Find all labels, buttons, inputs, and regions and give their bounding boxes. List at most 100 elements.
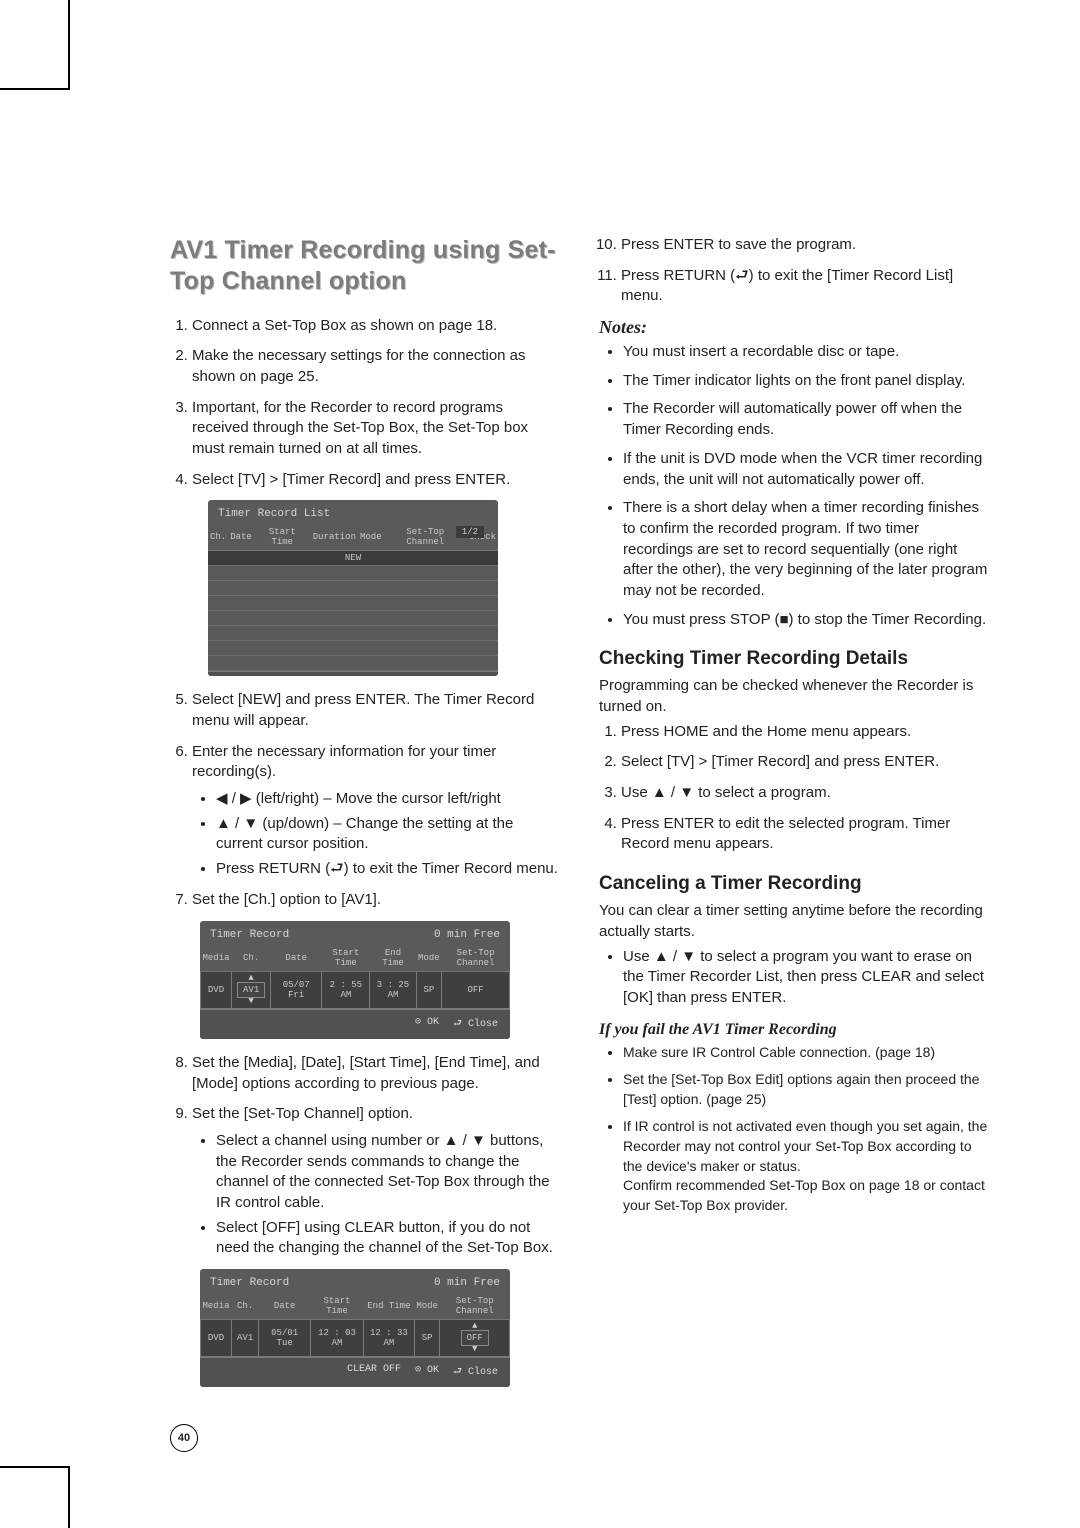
step-item: Press RETURN (⮐) to exit the [Timer Reco… — [621, 266, 990, 307]
shot-pager: 1/2 — [456, 526, 484, 538]
screenshot-timer-record-2: Timer Record 0 min Free Media Ch. Date S… — [200, 1269, 510, 1387]
col-header: Date — [271, 945, 322, 972]
cell: 3 : 25 AM — [370, 971, 416, 1008]
cancel-list: Use ▲ / ▼ to select a program you want t… — [599, 947, 990, 1009]
note-item: If the unit is DVD mode when the VCR tim… — [623, 449, 990, 490]
arrow-down-icon: ▼ — [445, 1346, 504, 1353]
cell: SP — [416, 971, 442, 1008]
shot-title-text: Timer Record — [210, 1277, 289, 1289]
shot-title: Timer Record 0 min Free — [200, 1269, 510, 1293]
fail-list: Make sure IR Control Cable connection. (… — [599, 1043, 990, 1216]
manual-page: AV1 Timer Recording using Set-Top Channe… — [0, 0, 1080, 1528]
step-item: Set the [Ch.] option to [AV1]. — [192, 890, 561, 911]
crop-mark — [68, 0, 70, 90]
shot-title: Timer Record 0 min Free — [200, 921, 510, 945]
new-row: NEW — [208, 551, 498, 566]
sub-item: Select a channel using number or ▲ / ▼ b… — [216, 1131, 561, 1214]
fail-heading: If you fail the AV1 Timer Recording — [599, 1021, 990, 1039]
step-item: Set the [Media], [Date], [Start Time], [… — [192, 1053, 561, 1094]
crop-mark — [0, 88, 70, 90]
sub-item: Press RETURN (⮐) to exit the Timer Recor… — [216, 859, 561, 880]
fail-item: Make sure IR Control Cable connection. (… — [623, 1043, 990, 1063]
col-header: Mode — [358, 524, 384, 551]
cancel-item: Use ▲ / ▼ to select a program you want t… — [623, 947, 990, 1009]
col-header: End Time — [370, 945, 416, 972]
screenshot-timer-record-1: Timer Record 0 min Free Media Ch. Date S… — [200, 921, 510, 1039]
notes-list: You must insert a recordable disc or tap… — [599, 342, 990, 630]
right-column: Press ENTER to save the program. Press R… — [599, 235, 990, 1401]
col-header: Start Time — [322, 945, 370, 972]
shot-table: Media Ch. Date Start Time End Time Mode … — [200, 1293, 510, 1357]
arrow-up-icon: ▲ — [445, 1323, 504, 1330]
arrow-down-icon: ▼ — [237, 998, 265, 1005]
step-item: Important, for the Recorder to record pr… — [192, 398, 561, 460]
notes-heading: Notes: — [599, 317, 990, 338]
fail-item: Set the [Set-Top Box Edit] options again… — [623, 1070, 990, 1109]
setup-steps-cont: Select [NEW] and press ENTER. The Timer … — [170, 690, 561, 910]
cell: OFF — [442, 971, 510, 1008]
setup-steps-cont2: Set the [Media], [Date], [Start Time], [… — [170, 1053, 561, 1259]
col-header: Mode — [414, 1293, 440, 1320]
col-header: Start Time — [311, 1293, 364, 1320]
col-header: Date — [259, 1293, 311, 1320]
col-header: Ch. — [232, 945, 271, 972]
step-sublist: Select a channel using number or ▲ / ▼ b… — [192, 1131, 561, 1259]
col-header: Set-Top Channel — [442, 945, 510, 972]
step-item: Select [NEW] and press ENTER. The Timer … — [192, 690, 561, 731]
page-number: 40 — [170, 1424, 198, 1452]
col-header: Set-Top Channel — [384, 524, 467, 551]
step-text: Set the [Set-Top Channel] option. — [192, 1105, 413, 1122]
step-item: Connect a Set-Top Box as shown on page 1… — [192, 316, 561, 337]
col-header: Start Time — [254, 524, 311, 551]
shot-footer: CLEAR OFF ⊙ OK ⮐ Close — [200, 1357, 510, 1387]
note-item: The Recorder will automatically power of… — [623, 399, 990, 440]
step-sublist: ◀ / ▶ (left/right) – Move the cursor lef… — [192, 789, 561, 880]
footer-item: ⮐ Close — [453, 1364, 498, 1381]
section-heading: Canceling a Timer Recording — [599, 873, 990, 895]
shot-title: Timer Record List — [208, 500, 498, 524]
crop-mark — [68, 1466, 70, 1528]
step-item: Select [TV] > [Timer Record] and press E… — [621, 752, 990, 773]
col-header: Media — [201, 1293, 232, 1320]
arrow-up-icon: ▲ — [237, 975, 265, 982]
cell: DVD — [201, 1320, 232, 1357]
footer-item: CLEAR OFF — [347, 1364, 401, 1381]
free-label: 0 min Free — [434, 1277, 500, 1289]
note-item: There is a short delay when a timer reco… — [623, 498, 990, 601]
shot-table: Media Ch. Date Start Time End Time Mode … — [200, 945, 510, 1009]
cell: 12 : 03 AM — [311, 1320, 364, 1357]
cell: SP — [414, 1320, 440, 1357]
crop-mark — [0, 1466, 70, 1468]
col-header: Ch. — [208, 524, 228, 551]
cell: AV1 — [232, 1320, 259, 1357]
cell: 05/07 Fri — [271, 971, 322, 1008]
cell-selected: ▲ AV1 ▼ — [232, 971, 271, 1008]
page-title: AV1 Timer Recording using Set-Top Channe… — [170, 235, 561, 298]
note-item: The Timer indicator lights on the front … — [623, 371, 990, 392]
shot-title-text: Timer Record — [210, 929, 289, 941]
cell-selected: ▲ OFF ▼ — [440, 1320, 510, 1357]
section-heading: Checking Timer Recording Details — [599, 648, 990, 670]
screenshot-timer-list: Timer Record List 1/2 Ch. Date Start Tim… — [208, 500, 498, 676]
shot-footer: ⊙ OK ⮐ Close — [200, 1009, 510, 1039]
col-header: Date — [228, 524, 254, 551]
sub-item: Select [OFF] using CLEAR button, if you … — [216, 1218, 561, 1259]
step-item: Make the necessary settings for the conn… — [192, 346, 561, 387]
free-label: 0 min Free — [434, 929, 500, 941]
setup-steps-cont3: Press ENTER to save the program. Press R… — [599, 235, 990, 307]
step-text: Enter the necessary information for your… — [192, 743, 496, 781]
step-item: Set the [Set-Top Channel] option. Select… — [192, 1104, 561, 1259]
col-header: Ch. — [232, 1293, 259, 1320]
setup-steps: Connect a Set-Top Box as shown on page 1… — [170, 316, 561, 491]
footer-item: ⊙ OK — [415, 1364, 439, 1381]
section-intro: Programming can be checked whenever the … — [599, 676, 990, 717]
step-item: Enter the necessary information for your… — [192, 742, 561, 880]
cell: DVD — [201, 971, 232, 1008]
left-column: AV1 Timer Recording using Set-Top Channe… — [170, 235, 561, 1401]
note-item: You must insert a recordable disc or tap… — [623, 342, 990, 363]
shot-footer: CLEAR Delete ⊙ Edit ⮐ Close — [208, 671, 498, 676]
cell: 2 : 55 AM — [322, 971, 370, 1008]
step-item: Press ENTER to edit the selected program… — [621, 814, 990, 855]
fail-item: If IR control is not activated even thou… — [623, 1117, 990, 1215]
sub-item: ▲ / ▼ (up/down) – Change the setting at … — [216, 814, 561, 855]
